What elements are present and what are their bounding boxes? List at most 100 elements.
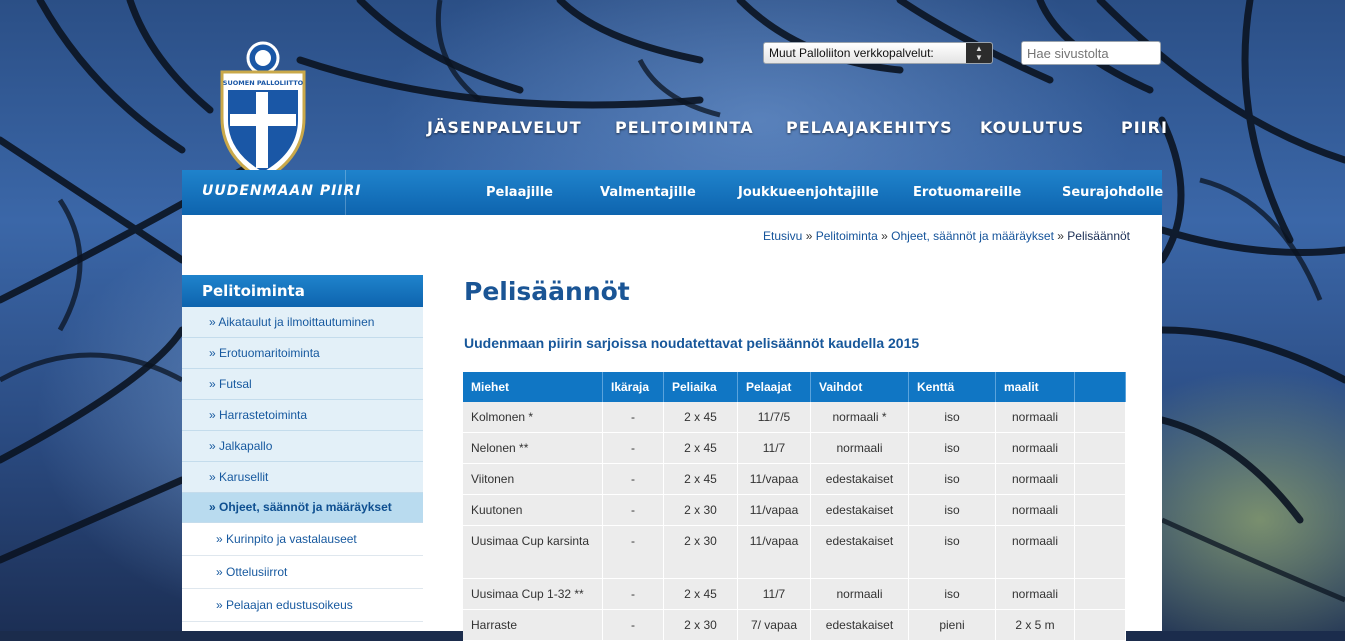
- breadcrumb-link-pelitoiminta[interactable]: Pelitoiminta: [816, 229, 878, 243]
- subnav-item-joukkueenjohtajille[interactable]: Joukkueenjohtajille: [738, 185, 879, 200]
- content-area: Etusivu » Pelitoiminta » Ohjeet, säännöt…: [182, 215, 1162, 641]
- table-cell: [1074, 463, 1126, 495]
- sidebar-item-karusellit[interactable]: » Karusellit: [182, 462, 423, 493]
- table-cell: Kolmonen *: [463, 402, 603, 433]
- breadcrumb-separator: »: [1057, 229, 1064, 243]
- table-row: Nelonen ** - 2 x 45 11/7 normaali iso no…: [463, 432, 1126, 464]
- table-row: Kuutonen - 2 x 30 11/vapaa edestakaiset …: [463, 494, 1126, 526]
- nav-item-pelaajakehitys[interactable]: PELAAJAKEHITYS: [786, 118, 953, 137]
- table-cell: -: [602, 402, 664, 433]
- table-cell: 11/7/5: [737, 402, 811, 433]
- table-cell: -: [602, 578, 664, 610]
- breadcrumb-separator: »: [881, 229, 888, 243]
- table-row: Uusimaa Cup karsinta - 2 x 30 11/vapaa e…: [463, 525, 1126, 579]
- column-header: Ikäraja: [602, 372, 664, 402]
- table-cell: 2 x 45: [663, 463, 738, 495]
- subnav-item-valmentajille[interactable]: Valmentajille: [600, 185, 696, 200]
- table-cell: 2 x 30: [663, 525, 738, 579]
- table-cell: [1074, 525, 1126, 579]
- table-cell: normaali: [995, 525, 1075, 579]
- subnav-item-seurajohdolle[interactable]: Seurajohdolle: [1062, 185, 1163, 200]
- column-header: Peliaika: [663, 372, 738, 402]
- services-select[interactable]: Muut Palloliiton verkkopalvelut: ▲ ▼: [763, 42, 993, 64]
- sidebar-subitem-ottelusiirrot[interactable]: » Ottelusiirrot: [182, 556, 423, 589]
- table-cell: edestakaiset: [810, 463, 909, 495]
- table-row: Kolmonen * - 2 x 45 11/7/5 normaali * is…: [463, 402, 1126, 433]
- column-header: maalit: [995, 372, 1075, 402]
- table-cell: normaali: [995, 578, 1075, 610]
- table-cell: -: [602, 432, 664, 464]
- table-cell: -: [602, 525, 664, 579]
- search-submit-button[interactable]: ▶: [1138, 64, 1160, 65]
- table-cell: 11/vapaa: [737, 494, 811, 526]
- table-cell: 2 x 45: [663, 432, 738, 464]
- sidebar-subitem-edustusoikeus[interactable]: » Pelaajan edustusoikeus: [182, 589, 423, 622]
- sidebar-item-futsal[interactable]: » Futsal: [182, 369, 423, 400]
- table-cell: Nelonen **: [463, 432, 603, 464]
- table-cell: 2 x 45: [663, 402, 738, 433]
- table-header-row: Miehet Ikäraja Peliaika Pelaajat Vaihdot…: [463, 372, 1126, 402]
- table-cell: -: [602, 463, 664, 495]
- sidebar-item-harrastetoiminta[interactable]: » Harrastetoiminta: [182, 400, 423, 431]
- table-cell: 11/7: [737, 578, 811, 610]
- palloliitto-logo[interactable]: SUOMEN PALLOLIITTO: [218, 40, 312, 182]
- rules-table: Miehet Ikäraja Peliaika Pelaajat Vaihdot…: [463, 372, 1126, 641]
- table-cell: 2 x 30: [663, 494, 738, 526]
- table-cell: normaali: [995, 494, 1075, 526]
- table-cell: normaali: [810, 578, 909, 610]
- sidebar: Pelitoiminta » Aikataulut ja ilmoittautu…: [182, 275, 423, 622]
- sidebar-item-erotuomaritoiminta[interactable]: » Erotuomaritoiminta: [182, 338, 423, 369]
- table-cell: 2 x 5 m: [995, 609, 1075, 641]
- table-cell: normaali: [995, 432, 1075, 464]
- nav-item-jasenpalvelut[interactable]: JÄSENPALVELUT: [427, 118, 582, 137]
- district-name: UUDENMAAN PIIRI: [202, 183, 362, 199]
- table-row: Viitonen - 2 x 45 11/vapaa edestakaiset …: [463, 463, 1126, 495]
- table-cell: iso: [908, 463, 996, 495]
- table-cell: iso: [908, 432, 996, 464]
- table-cell: iso: [908, 578, 996, 610]
- sub-nav-bar: UUDENMAAN PIIRI Pelaajille Valmentajille…: [182, 170, 1163, 215]
- search-input[interactable]: [1022, 42, 1139, 64]
- nav-item-koulutus[interactable]: KOULUTUS: [980, 118, 1084, 137]
- sidebar-item-jalkapallo[interactable]: » Jalkapallo: [182, 431, 423, 462]
- sidebar-subitem-kurinpito[interactable]: » Kurinpito ja vastalauseet: [182, 523, 423, 556]
- column-header: Miehet: [463, 372, 603, 402]
- table-cell: 11/7: [737, 432, 811, 464]
- page-title: Pelisäännöt: [464, 277, 630, 306]
- subnav-item-erotuomareille[interactable]: Erotuomareille: [913, 185, 1021, 200]
- svg-text:SUOMEN PALLOLIITTO: SUOMEN PALLOLIITTO: [223, 79, 304, 87]
- sidebar-item-aikataulut[interactable]: » Aikataulut ja ilmoittautuminen: [182, 307, 423, 338]
- table-cell: Harraste: [463, 609, 603, 641]
- breadcrumb-current: Pelisäännöt: [1067, 229, 1130, 243]
- nav-item-piiri[interactable]: PIIRI: [1121, 118, 1168, 137]
- column-header: [1074, 372, 1126, 402]
- table-cell: edestakaiset: [810, 609, 909, 641]
- table-cell: Kuutonen: [463, 494, 603, 526]
- table-cell: Viitonen: [463, 463, 603, 495]
- updown-arrows-icon: ▲ ▼: [966, 43, 992, 63]
- table-cell: -: [602, 494, 664, 526]
- sidebar-title[interactable]: Pelitoiminta: [182, 275, 423, 307]
- column-header: Kenttä: [908, 372, 996, 402]
- table-cell: [1074, 402, 1126, 433]
- table-cell: 2 x 45: [663, 578, 738, 610]
- table-row: Harraste - 2 x 30 7/ vapaa edestakaiset …: [463, 609, 1126, 641]
- table-cell: [1074, 609, 1126, 641]
- table-cell: -: [602, 609, 664, 641]
- table-cell: edestakaiset: [810, 525, 909, 579]
- breadcrumb-separator: »: [805, 229, 813, 243]
- table-cell: iso: [908, 402, 996, 433]
- subnav-item-pelaajille[interactable]: Pelaajille: [486, 185, 553, 200]
- table-cell: normaali: [995, 463, 1075, 495]
- table-cell: Uusimaa Cup karsinta: [463, 525, 603, 579]
- nav-item-pelitoiminta[interactable]: PELITOIMINTA: [615, 118, 754, 137]
- table-cell: edestakaiset: [810, 494, 909, 526]
- breadcrumb-link-ohjeet[interactable]: Ohjeet, säännöt ja määräykset: [891, 229, 1054, 243]
- breadcrumb-link-etusivu[interactable]: Etusivu: [763, 229, 802, 243]
- sidebar-item-ohjeet-active[interactable]: » Ohjeet, säännöt ja määräykset: [182, 493, 423, 523]
- page-subtitle: Uudenmaan piirin sarjoissa noudatettavat…: [464, 335, 920, 351]
- table-cell: iso: [908, 525, 996, 579]
- services-select-value: Muut Palloliiton verkkopalvelut:: [769, 46, 934, 60]
- search-box: ▶: [1021, 41, 1161, 65]
- breadcrumb: Etusivu » Pelitoiminta » Ohjeet, säännöt…: [763, 229, 1130, 243]
